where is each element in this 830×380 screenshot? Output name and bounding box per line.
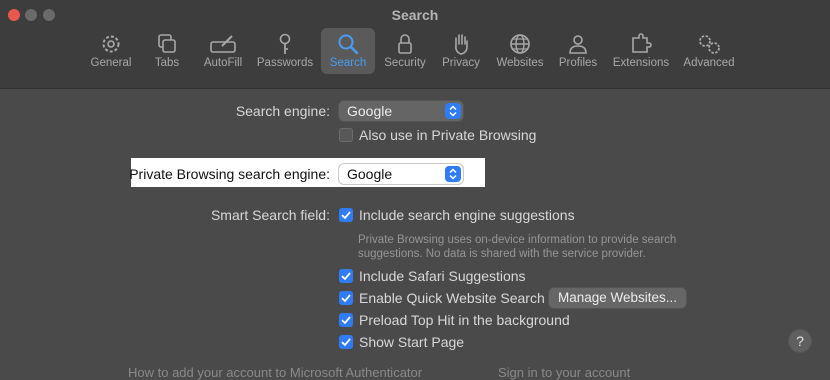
- search-engine-popup[interactable]: Google: [339, 101, 463, 121]
- toolbar-item-profiles[interactable]: Profiles: [555, 28, 601, 74]
- quick-website-checkbox[interactable]: [339, 291, 353, 305]
- checkmark-icon: [341, 316, 351, 325]
- toolbar-label-search: Search: [329, 57, 367, 69]
- manage-websites-button[interactable]: Manage Websites...: [549, 288, 686, 308]
- gear-icon: [86, 32, 136, 56]
- search-engine-value: Google: [347, 103, 393, 119]
- toolbar-item-general[interactable]: General: [86, 28, 136, 74]
- private-note-line2: suggestions. No data is shared with the …: [358, 248, 646, 260]
- gears-icon: [681, 32, 737, 56]
- start-page-checkbox[interactable]: [339, 335, 353, 349]
- checkmark-icon: [341, 272, 351, 281]
- include-suggestions-checkbox[interactable]: [339, 208, 353, 222]
- private-engine-value: Google: [347, 166, 393, 182]
- search-engine-label: Search engine:: [235, 103, 330, 119]
- toolbar-item-autofill[interactable]: AutoFill: [199, 28, 247, 74]
- smart-search-label: Smart Search field:: [210, 207, 330, 223]
- toolbar-item-tabs[interactable]: Tabs: [147, 28, 187, 74]
- preload-label: Preload Top Hit in the background: [359, 312, 570, 328]
- private-note-line1: Private Browsing uses on-device informat…: [358, 234, 677, 246]
- magnifier-icon: [321, 32, 375, 56]
- toolbar-item-search[interactable]: Search: [321, 28, 375, 74]
- toolbar-item-extensions[interactable]: Extensions: [609, 28, 673, 74]
- also-private-checkbox[interactable]: [339, 128, 353, 142]
- toolbar-label-websites: Websites: [496, 57, 544, 69]
- autofill-pencil-icon: [199, 32, 247, 56]
- toolbar-label-tabs: Tabs: [154, 57, 180, 69]
- globe-icon: [493, 32, 547, 56]
- checkmark-icon: [341, 211, 351, 220]
- hand-icon: [437, 32, 485, 56]
- toolbar-item-websites[interactable]: Websites: [493, 28, 547, 74]
- checkmark-icon: [341, 338, 351, 347]
- toolbar-label-privacy: Privacy: [442, 57, 480, 69]
- title-bar: Search General Tabs AutoFill Passwords S…: [0, 0, 830, 89]
- person-icon: [555, 32, 601, 56]
- private-engine-label: Private Browsing search engine:: [129, 166, 330, 182]
- puzzle-icon: [609, 32, 673, 56]
- toolbar-item-advanced[interactable]: Advanced: [681, 28, 737, 74]
- preload-checkbox[interactable]: [339, 313, 353, 327]
- quick-website-label: Enable Quick Website Search: [359, 290, 545, 306]
- private-engine-popup[interactable]: Google: [339, 164, 463, 184]
- toolbar-label-autofill: AutoFill: [203, 57, 243, 69]
- window-title: Search: [391, 7, 439, 23]
- toolbar-item-privacy[interactable]: Privacy: [437, 28, 485, 74]
- tabs-icon: [147, 32, 187, 56]
- chevron-updown-icon: [445, 103, 461, 119]
- toolbar-label-security: Security: [384, 57, 426, 69]
- checkmark-icon: [341, 294, 351, 303]
- safari-suggestions-checkbox[interactable]: [339, 269, 353, 283]
- toolbar-label-advanced: Advanced: [683, 57, 735, 69]
- help-button[interactable]: ?: [789, 330, 811, 352]
- toolbar-item-passwords[interactable]: Passwords: [254, 28, 316, 74]
- lock-icon: [380, 32, 430, 56]
- include-suggestions-label: Include search engine suggestions: [359, 207, 575, 223]
- key-icon: [254, 32, 316, 56]
- toolbar-label-general: General: [90, 57, 132, 69]
- chevron-updown-icon: [445, 166, 461, 182]
- start-page-label: Show Start Page: [359, 334, 465, 350]
- safari-suggestions-label: Include Safari Suggestions: [359, 268, 526, 284]
- toolbar-item-security[interactable]: Security: [380, 28, 430, 74]
- toolbar-label-extensions: Extensions: [612, 57, 670, 69]
- toolbar-label-passwords: Passwords: [256, 57, 314, 69]
- toolbar-label-profiles: Profiles: [558, 57, 598, 69]
- also-private-label: Also use in Private Browsing: [359, 127, 537, 143]
